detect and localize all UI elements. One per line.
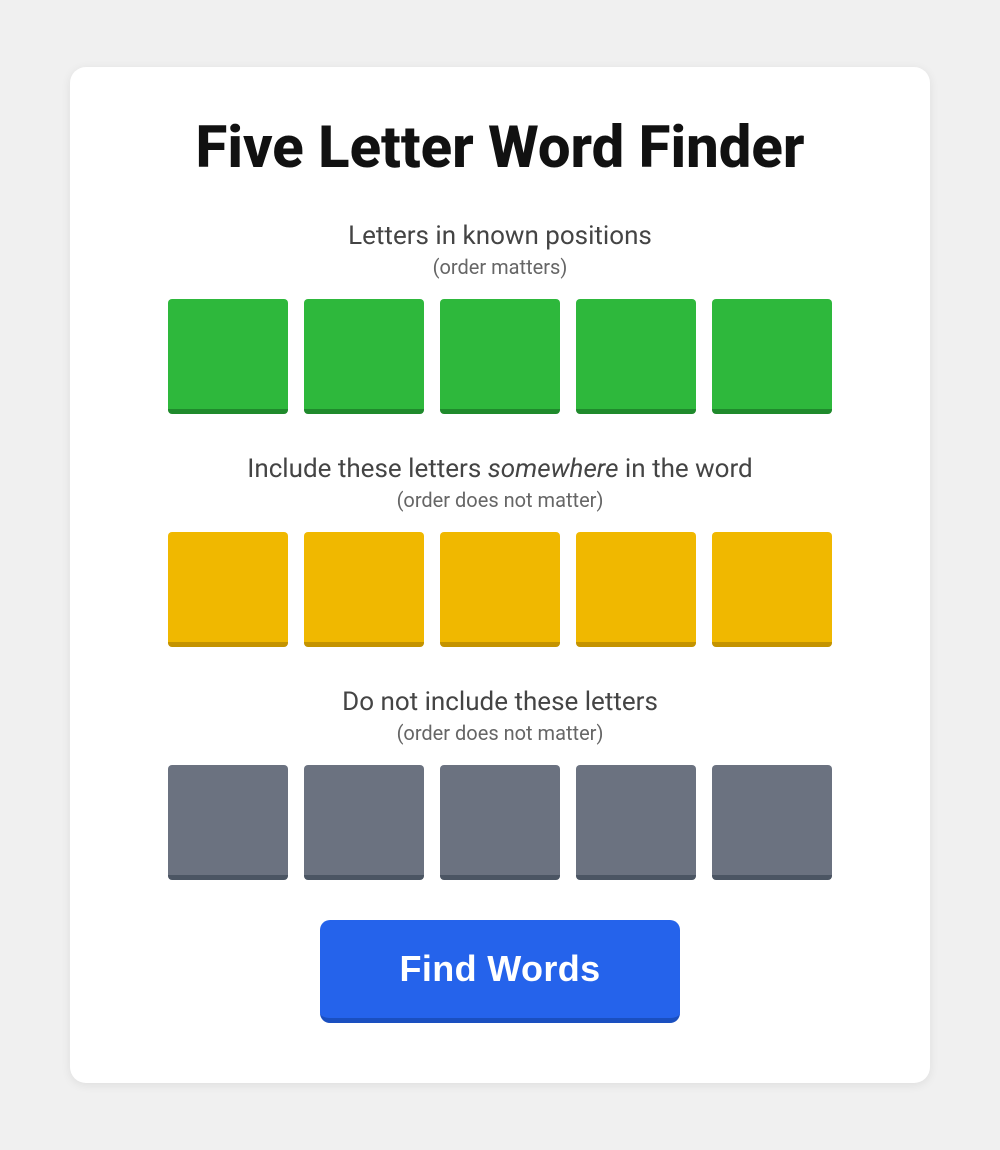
exclude-tile-3[interactable] <box>440 765 560 880</box>
known-tile-1[interactable] <box>168 299 288 414</box>
known-positions-sublabel: (order matters) <box>130 255 870 279</box>
known-positions-section: Letters in known positions (order matter… <box>130 221 870 414</box>
exclude-tile-5[interactable] <box>712 765 832 880</box>
include-tile-5[interactable] <box>712 532 832 647</box>
exclude-letters-tiles <box>130 765 870 880</box>
find-words-button[interactable]: Find Words <box>320 920 680 1023</box>
include-letters-label: Include these letters somewhere in the w… <box>130 454 870 484</box>
known-tile-4[interactable] <box>576 299 696 414</box>
known-tile-5[interactable] <box>712 299 832 414</box>
include-label-prefix: Include these letters <box>247 454 487 484</box>
include-tile-2[interactable] <box>304 532 424 647</box>
exclude-letters-label: Do not include these letters <box>130 687 870 717</box>
known-positions-label: Letters in known positions <box>130 221 870 251</box>
include-tile-3[interactable] <box>440 532 560 647</box>
main-card: Five Letter Word Finder Letters in known… <box>70 67 930 1083</box>
exclude-tile-4[interactable] <box>576 765 696 880</box>
include-tile-4[interactable] <box>576 532 696 647</box>
exclude-letters-sublabel: (order does not matter) <box>130 721 870 745</box>
include-label-suffix: in the word <box>618 454 752 484</box>
include-letters-tiles <box>130 532 870 647</box>
exclude-letters-section: Do not include these letters (order does… <box>130 687 870 880</box>
known-tile-2[interactable] <box>304 299 424 414</box>
include-letters-section: Include these letters somewhere in the w… <box>130 454 870 647</box>
include-tile-1[interactable] <box>168 532 288 647</box>
exclude-tile-1[interactable] <box>168 765 288 880</box>
include-letters-sublabel: (order does not matter) <box>130 488 870 512</box>
known-tile-3[interactable] <box>440 299 560 414</box>
known-positions-tiles <box>130 299 870 414</box>
include-label-italic: somewhere <box>488 454 619 484</box>
exclude-tile-2[interactable] <box>304 765 424 880</box>
page-title: Five Letter Word Finder <box>130 117 870 181</box>
